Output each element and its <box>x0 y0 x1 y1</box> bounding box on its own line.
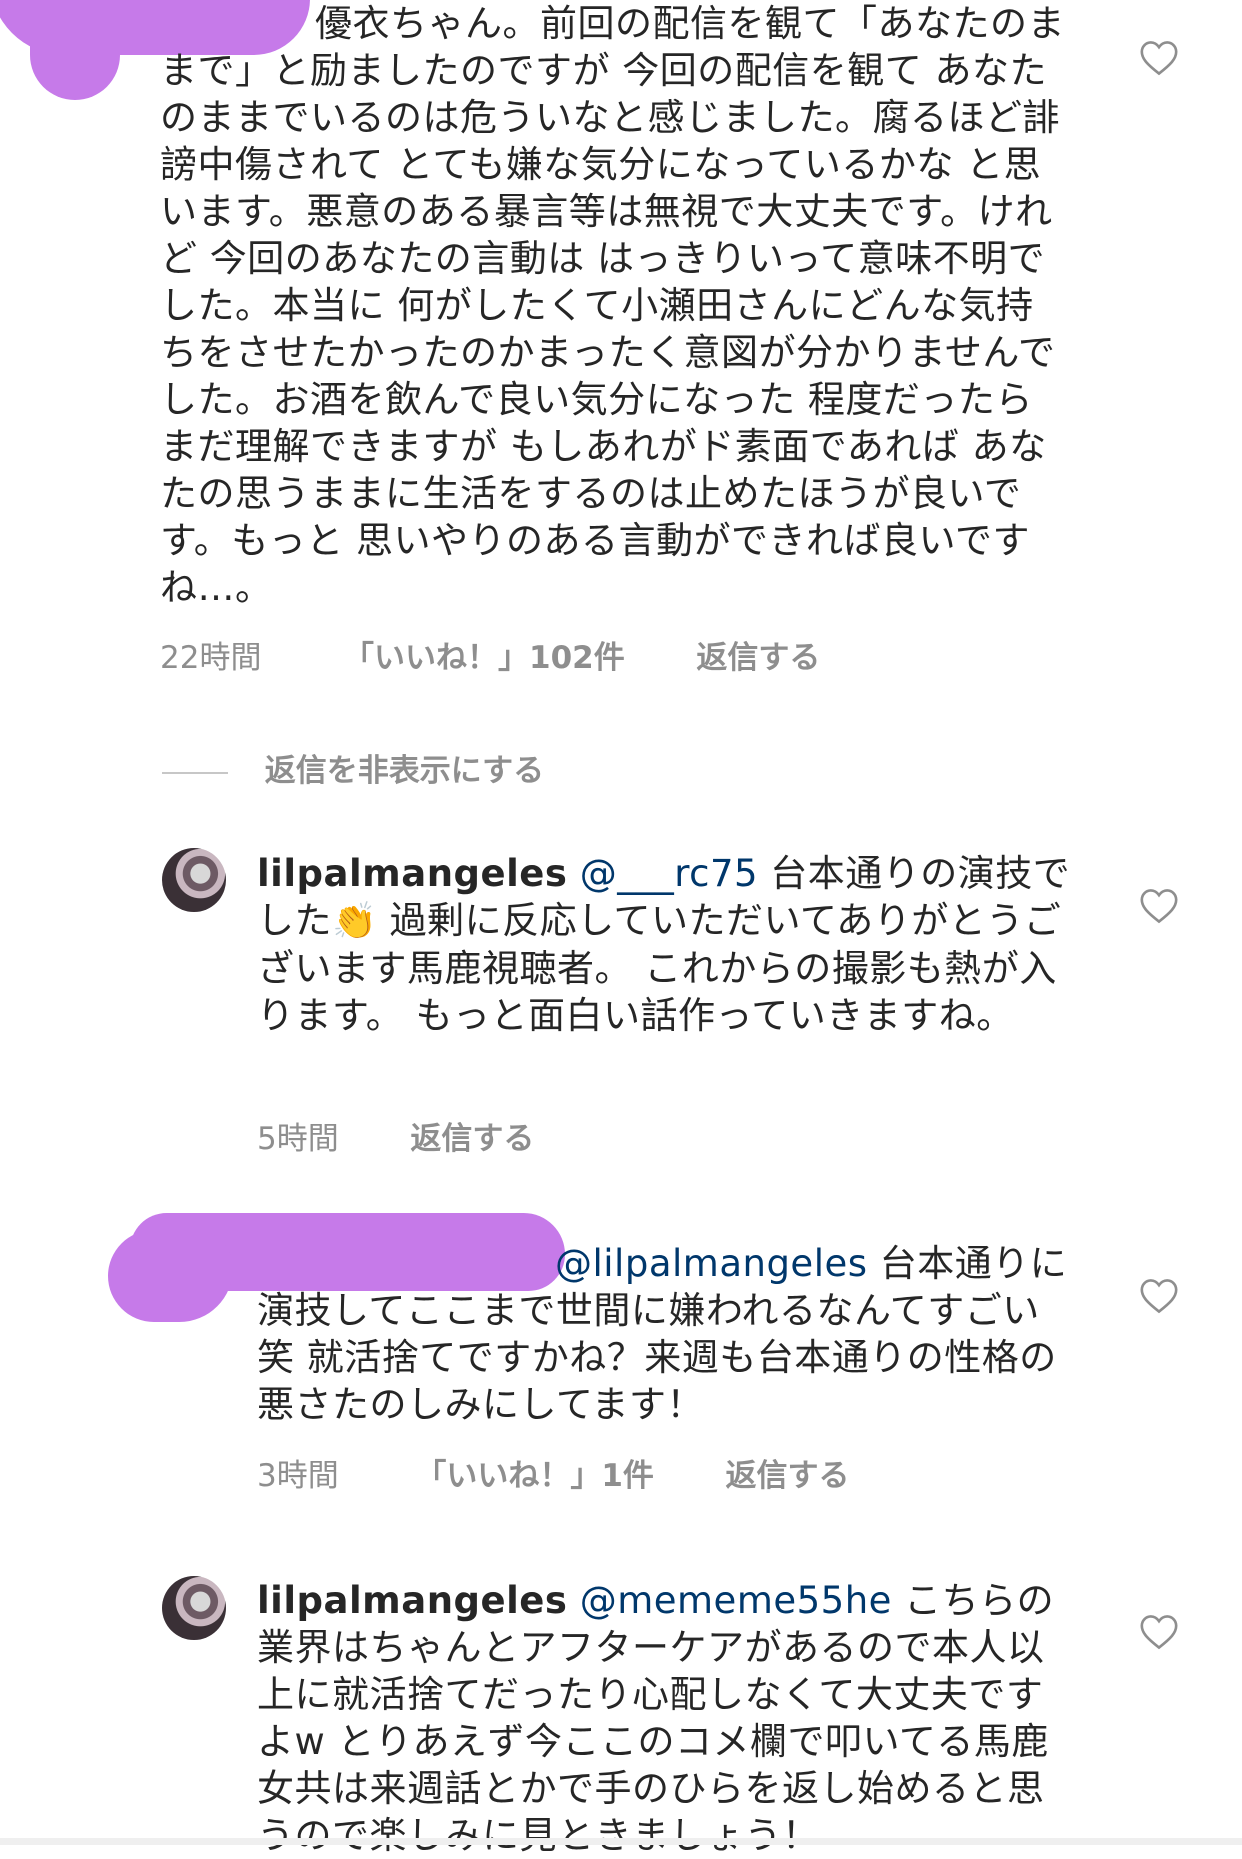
mention-link[interactable]: @___rc75 <box>580 852 758 895</box>
bottom-border <box>0 1838 1242 1845</box>
top-comment-text: 優衣ちゃん。前回の配信を観て「あなたのままで」と励ましたのですが 今回の配信を観… <box>160 2 1065 609</box>
mention-link[interactable]: @mememe55he <box>580 1579 892 1622</box>
redaction-mark-top-tail <box>30 40 120 100</box>
heart-outline-icon[interactable] <box>1139 40 1179 76</box>
reply-2-meta: 3時間 「いいね！」1件 返信する <box>257 1450 850 1495</box>
clap-emoji-icon: 👏 <box>332 901 378 942</box>
heart-outline-icon[interactable] <box>1139 1278 1179 1314</box>
avatar[interactable] <box>162 1576 226 1640</box>
reply-1-text: lilpalmangeles @___rc75 台本通りの演技でした👏 過剰に反… <box>257 850 1077 1039</box>
comment-time: 3時間 <box>257 1458 339 1494</box>
top-comment-meta: 22時間 「いいね！」102件 返信する <box>160 632 820 677</box>
mention-link[interactable]: @lilpalmangeles <box>555 1242 868 1285</box>
reply-text-part2: 過剰に反応していただいてありがとうございます馬鹿視聴者。 これからの撮影も熱が入… <box>257 899 1062 1037</box>
username-link[interactable]: lilpalmangeles <box>257 852 567 895</box>
heart-outline-icon[interactable] <box>1139 888 1179 924</box>
heart-outline-icon[interactable] <box>1139 1614 1179 1650</box>
reply-link[interactable]: 返信する <box>696 632 820 677</box>
reply-2-text: @lilpalmangeles 台本通りに演技してここまで世間に嫌われるなんてす… <box>257 1240 1077 1428</box>
reply-3-text: lilpalmangeles @mememe55he こちらの業界はちゃんとアフ… <box>257 1577 1077 1859</box>
hide-replies-label: 返信を非表示にする <box>264 753 545 789</box>
likes-count-link[interactable]: 「いいね！」102件 <box>343 632 625 677</box>
reply-link[interactable]: 返信する <box>726 1450 850 1495</box>
hide-replies-toggle[interactable]: 返信を非表示にする <box>162 745 544 790</box>
reply-link[interactable]: 返信する <box>410 1113 534 1158</box>
comment-time: 22時間 <box>160 640 262 676</box>
username-link[interactable]: lilpalmangeles <box>257 1579 567 1622</box>
avatar[interactable] <box>162 848 226 912</box>
redaction-mark-reply-tail <box>108 1230 233 1322</box>
reply-1-meta: 5時間 返信する <box>257 1113 534 1158</box>
divider-line <box>162 771 228 774</box>
comment-time: 5時間 <box>257 1121 339 1157</box>
likes-count-link[interactable]: 「いいね！」1件 <box>415 1450 654 1495</box>
